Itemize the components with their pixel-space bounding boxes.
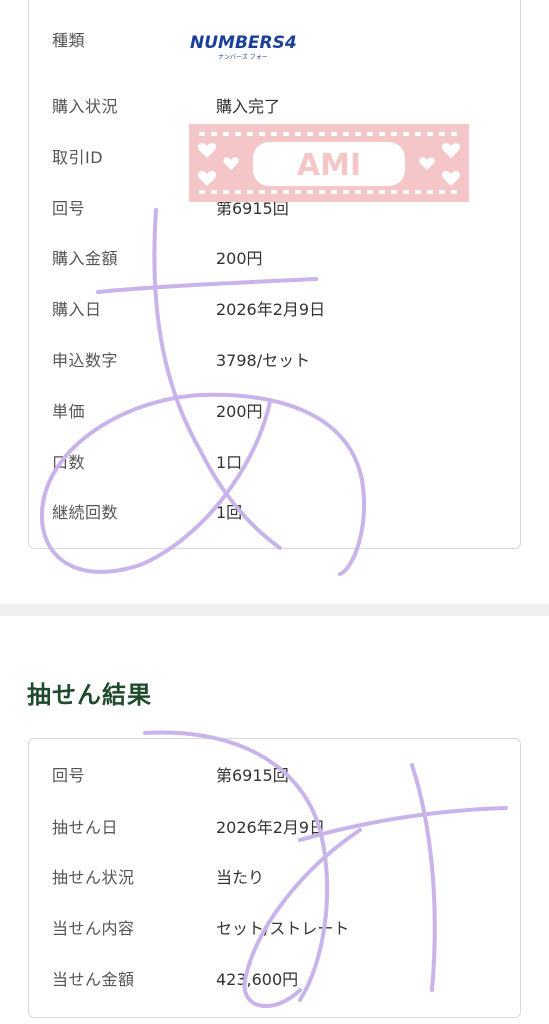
row-value: 当たり bbox=[216, 868, 265, 887]
row-label: 回号 bbox=[52, 199, 86, 218]
row-label: 申込数字 bbox=[52, 351, 119, 370]
row-label: 抽せん状況 bbox=[52, 868, 135, 887]
numbers4-logo: NUMBERS4 ナンバーズ フォー bbox=[190, 33, 296, 61]
row-label: 口数 bbox=[52, 453, 86, 472]
row-value: 購入完了 bbox=[216, 97, 281, 116]
row-value: 2026年2月9日 bbox=[216, 300, 326, 319]
row-value: 2026年2月9日 bbox=[216, 818, 326, 837]
purchase-details-card: 種類 購入状況 購入完了 取引ID 回号 第6915回 購入金額 200円 購入… bbox=[28, 0, 521, 549]
draw-result-card: 回号 第6915回 抽せん日 2026年2月9日 抽せん状況 当たり 当せん内容… bbox=[28, 738, 521, 1018]
row-value: 第6915回 bbox=[216, 766, 289, 785]
result-row-prize-type: 当せん内容 セット/ストレート bbox=[29, 917, 520, 941]
row-label: 単価 bbox=[52, 402, 86, 421]
row-value: 1口 bbox=[216, 453, 243, 472]
row-value: セット/ストレート bbox=[216, 919, 350, 938]
row-value: 200円 bbox=[216, 402, 263, 421]
row-label: 購入状況 bbox=[52, 97, 119, 116]
row-purchase-amount: 購入金額 200円 bbox=[29, 247, 520, 271]
row-continuation: 継続回数 1回 bbox=[29, 501, 520, 525]
row-units: 口数 1口 bbox=[29, 451, 520, 475]
row-value: 1回 bbox=[216, 503, 243, 522]
row-label: 購入日 bbox=[52, 300, 102, 319]
logo-text: NUMBERS4 bbox=[190, 33, 296, 53]
row-value: 200円 bbox=[216, 249, 263, 268]
result-row-draw-status: 抽せん状況 当たり bbox=[29, 866, 520, 890]
row-numbers: 申込数字 3798/セット bbox=[29, 349, 520, 373]
result-row-draw-number: 回号 第6915回 bbox=[29, 764, 520, 788]
sticker-text: AMI bbox=[297, 148, 361, 183]
section-divider bbox=[0, 604, 549, 616]
result-row-draw-date: 抽せん日 2026年2月9日 bbox=[29, 816, 520, 840]
row-purchase-date: 購入日 2026年2月9日 bbox=[29, 298, 520, 322]
row-unit-price: 単価 200円 bbox=[29, 400, 520, 424]
row-label: 継続回数 bbox=[52, 503, 119, 522]
row-value: 3798/セット bbox=[216, 351, 311, 370]
row-label: 当せん内容 bbox=[52, 919, 135, 938]
row-value: 423,600円 bbox=[216, 970, 299, 989]
draw-result-title: 抽せん結果 bbox=[27, 681, 152, 709]
row-label: 取引ID bbox=[52, 148, 104, 167]
row-label: 回号 bbox=[52, 766, 86, 785]
row-label: 当せん金額 bbox=[52, 970, 135, 989]
ami-sticker: AMI bbox=[189, 124, 469, 202]
result-row-prize-amount: 当せん金額 423,600円 bbox=[29, 968, 520, 992]
logo-subtext: ナンバーズ フォー bbox=[218, 53, 268, 61]
row-label: 購入金額 bbox=[52, 249, 119, 268]
row-label: 抽せん日 bbox=[52, 818, 119, 837]
row-purchase-status: 購入状況 購入完了 bbox=[29, 95, 520, 119]
row-label: 種類 bbox=[52, 31, 86, 50]
